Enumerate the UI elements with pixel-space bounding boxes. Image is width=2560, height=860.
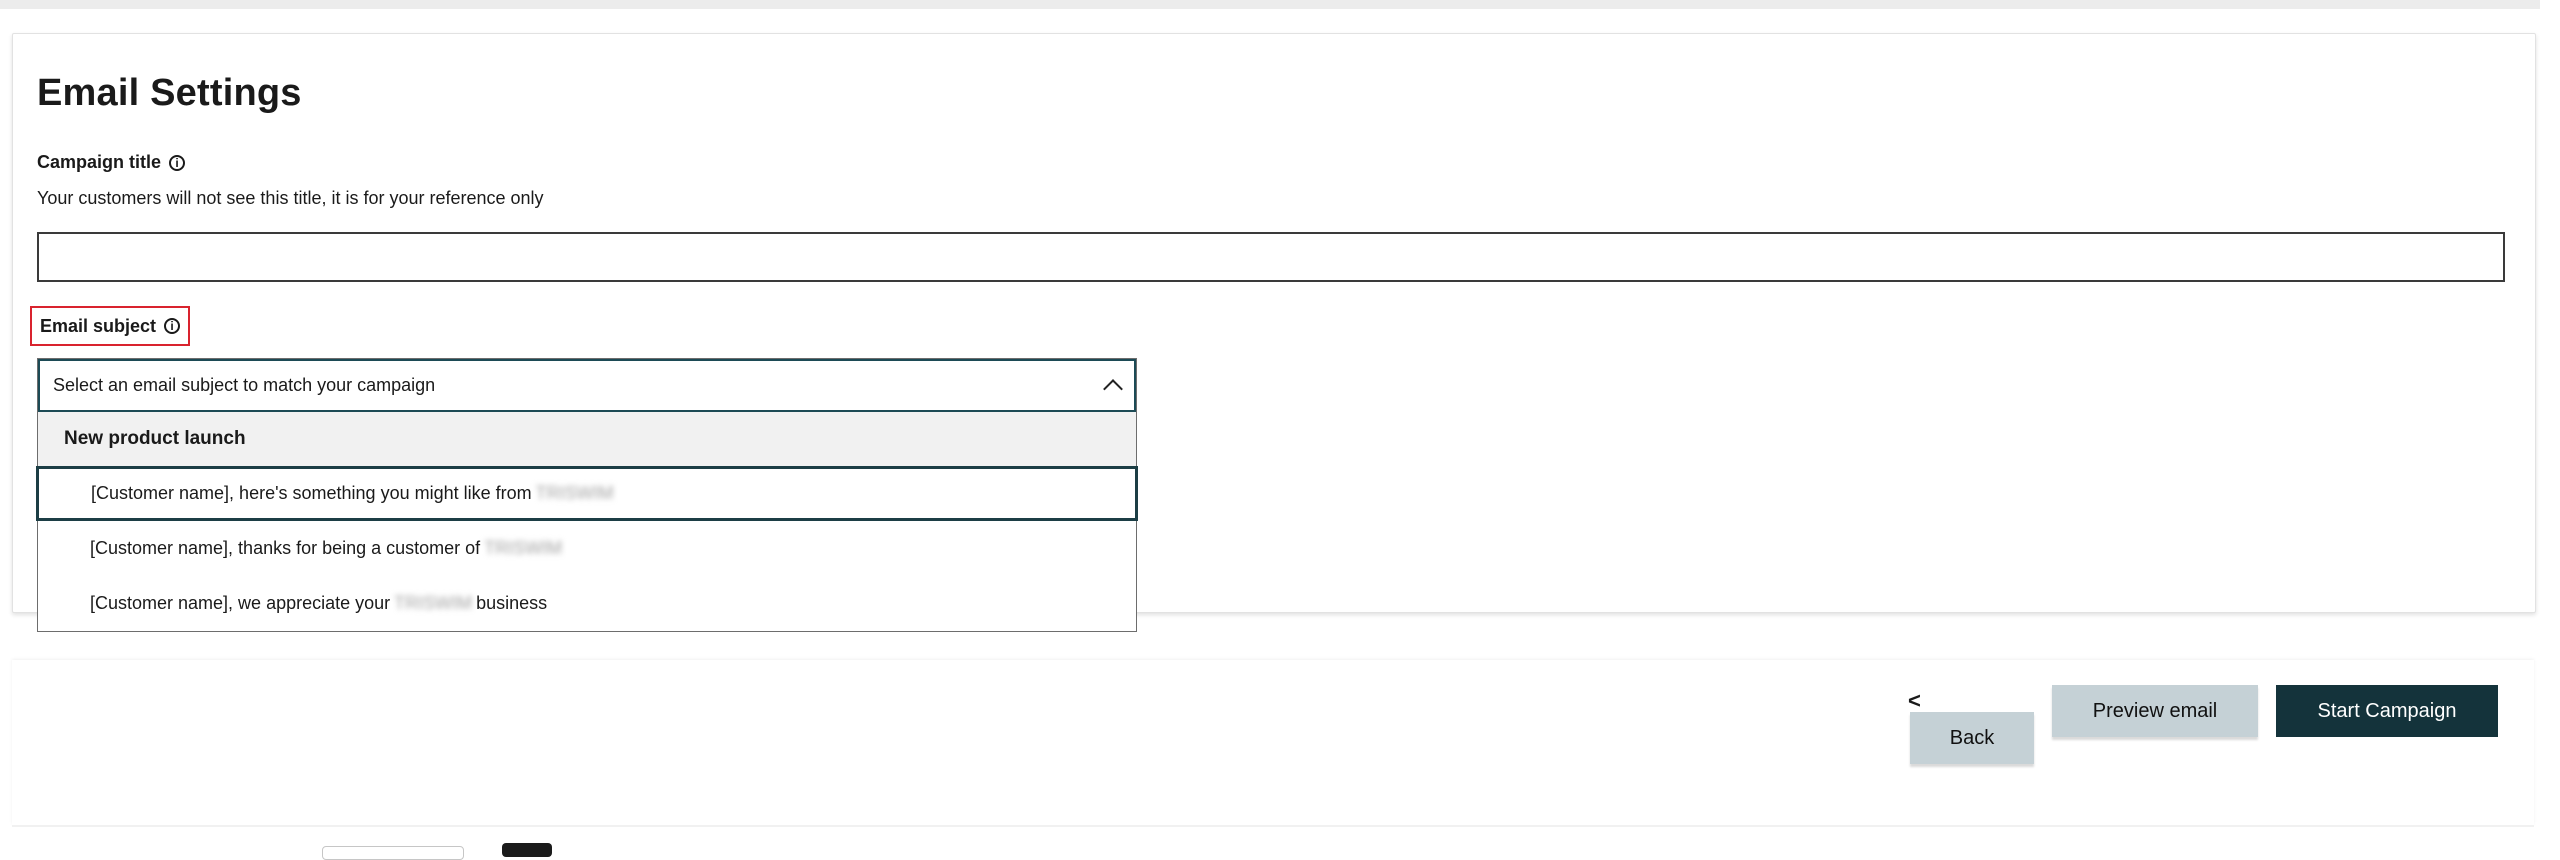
chevron-up-icon[interactable] (1103, 378, 1123, 399)
email-subject-label: Email subject (40, 315, 157, 336)
subject-option-text: [Customer name], we appreciate your (90, 593, 391, 613)
campaign-title-label-row: Campaign title i (37, 152, 186, 173)
campaign-title-input[interactable] (37, 232, 2505, 282)
page-title: Email Settings (37, 72, 302, 114)
email-subject-placeholder: Select an email subject to match your ca… (53, 375, 436, 395)
email-subject-label-highlight: Email subject i (30, 306, 191, 346)
chevron-left-icon: < (1908, 688, 1921, 713)
preview-email-button[interactable]: Preview email (2052, 685, 2258, 737)
partial-secondary-button[interactable] (322, 846, 464, 860)
top-divider (0, 0, 2540, 9)
subject-option[interactable]: [Customer name], thanks for being a cust… (38, 521, 1136, 576)
start-campaign-button[interactable]: Start Campaign (2276, 685, 2498, 737)
subject-option[interactable]: [Customer name], we appreciate your TRIS… (38, 576, 1136, 631)
brand-name-redacted: TRISWIM (535, 483, 614, 503)
campaign-title-label: Campaign title (37, 152, 162, 172)
email-subject-select[interactable]: Select an email subject to match your ca… (38, 359, 1136, 412)
bottom-divider (12, 825, 2534, 827)
info-icon[interactable]: i (164, 318, 181, 334)
subject-option-text: [Customer name], here's something you mi… (91, 483, 532, 503)
brand-name-redacted: TRISWIM (394, 593, 473, 613)
info-icon[interactable]: i (169, 154, 186, 171)
back-button[interactable]: Back (1910, 712, 2034, 764)
partial-primary-button[interactable] (502, 843, 552, 857)
option-group-label: New product launch (38, 412, 1136, 466)
subject-option-suffix: business (476, 593, 548, 613)
subject-option[interactable]: [Customer name], here's something you mi… (36, 466, 1138, 521)
brand-name-redacted: TRISWIM (484, 538, 563, 558)
subject-option-text: [Customer name], thanks for being a cust… (90, 538, 481, 558)
email-subject-dropdown: Select an email subject to match your ca… (36, 358, 1138, 632)
campaign-title-help-text: Your customers will not see this title, … (37, 188, 544, 208)
